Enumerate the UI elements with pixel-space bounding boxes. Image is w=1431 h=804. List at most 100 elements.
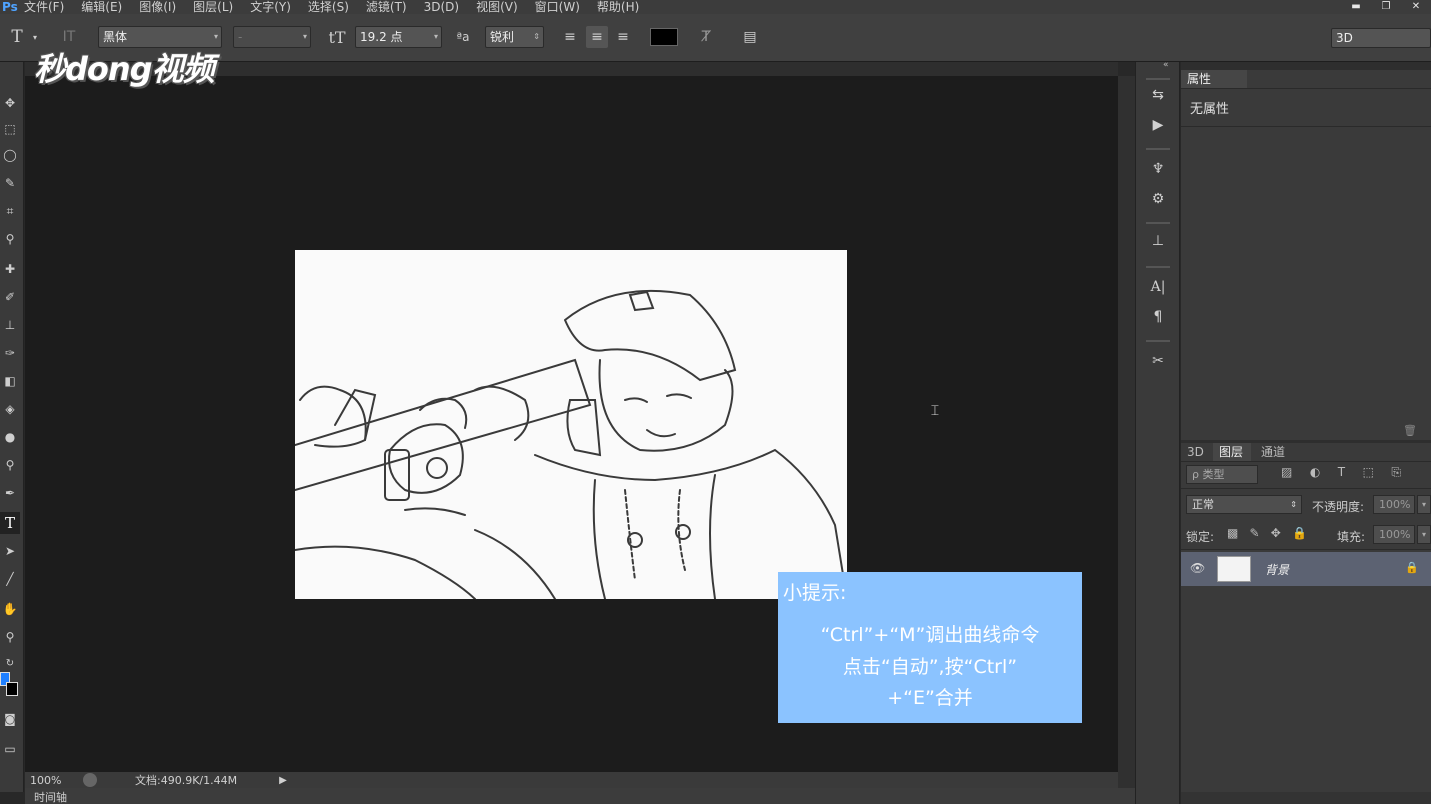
font-style-select[interactable]: - ▾ (233, 26, 311, 48)
blur-tool-icon[interactable]: ● (0, 426, 20, 448)
warp-text-icon[interactable]: Ⱦ (695, 26, 717, 48)
restore-icon[interactable]: ❐ (1371, 0, 1401, 12)
status-info-icon[interactable] (83, 773, 97, 787)
timeline-panel-tab[interactable]: 时间轴 (25, 788, 1135, 804)
menu-type[interactable]: 文字(Y) (250, 1, 291, 13)
document-size: 文档:490.9K/1.44M (135, 774, 238, 787)
filter-adjustment-icon[interactable]: ◐ (1310, 465, 1320, 484)
character-panel-icon[interactable]: ▤ (739, 26, 761, 48)
zoom-level[interactable]: 100% (25, 774, 71, 787)
filter-smart-object-icon[interactable]: ⎘ (1391, 465, 1401, 484)
tab-properties[interactable]: 属性 (1181, 70, 1247, 88)
fill-value: 100% (1379, 528, 1411, 541)
eraser-tool-icon[interactable]: ◧ (0, 370, 20, 392)
actions-panel-icon[interactable]: ▶ (1148, 114, 1168, 136)
tool-presets-icon[interactable]: ✂ (1148, 350, 1168, 372)
canvas-vertical-scrollbar[interactable] (1118, 76, 1135, 788)
history-panel-icon[interactable]: ⇆ (1148, 84, 1168, 106)
font-family-value: 黑体 (103, 30, 128, 44)
lasso-tool-icon[interactable]: ◯ (0, 144, 20, 166)
line-tool-icon[interactable]: ╱ (0, 568, 20, 590)
antialias-icon: ªa (456, 30, 470, 44)
menu-image[interactable]: 图像(I) (139, 1, 176, 13)
menu-view[interactable]: 视图(V) (476, 1, 518, 13)
tab-3d[interactable]: 3D (1181, 443, 1213, 461)
fill-dropdown-icon[interactable]: ▾ (1417, 525, 1431, 544)
menu-3d[interactable]: 3D(D) (424, 1, 459, 13)
type-tool-icon[interactable]: T (0, 512, 20, 534)
background-color-swatch[interactable] (6, 682, 18, 696)
layer-row[interactable]: 👁 背景 🔒 (1181, 552, 1431, 586)
antialias-select[interactable]: 锐利 ⇕ (485, 26, 544, 48)
paragraph-panel-icon[interactable]: ¶ (1148, 306, 1168, 328)
paint-bucket-tool-icon[interactable]: ◈ (0, 398, 20, 420)
quick-select-tool-icon[interactable]: ✎ (0, 172, 20, 194)
delete-icon[interactable]: 🗑 (1403, 424, 1417, 437)
filter-shape-icon[interactable]: ⬚ (1363, 465, 1374, 484)
status-menu-arrow-icon[interactable]: ▶ (279, 775, 287, 786)
quick-mask-icon[interactable]: ◙ (0, 708, 20, 730)
workspace-select[interactable]: 3D (1331, 28, 1431, 48)
menu-layer[interactable]: 图层(L) (193, 1, 233, 13)
menu-edit[interactable]: 编辑(E) (81, 1, 122, 13)
panel-divider (1181, 488, 1431, 489)
crop-tool-icon[interactable]: ⌗ (0, 200, 20, 222)
stamp-tool-icon[interactable]: ⊥ (0, 314, 20, 336)
align-left-icon[interactable]: ≡ (560, 26, 580, 48)
type-tool-preset-icon[interactable]: T (6, 26, 28, 48)
align-right-icon[interactable]: ≡ (613, 26, 633, 48)
healing-brush-tool-icon[interactable]: ✚ (0, 258, 20, 280)
lock-position-icon[interactable]: ✥ (1271, 526, 1281, 540)
menu-file[interactable]: 文件(F) (24, 1, 64, 13)
filter-type-icon[interactable]: T (1338, 465, 1345, 484)
brush-presets-icon[interactable]: ♆ (1148, 158, 1168, 180)
sketch-image[interactable] (295, 250, 847, 599)
brush-tool-icon[interactable]: ✐ (0, 286, 20, 308)
screen-mode-icon[interactable]: ▭ (0, 738, 20, 760)
fill-input[interactable]: 100% (1373, 525, 1415, 544)
menu-window[interactable]: 窗口(W) (535, 1, 580, 13)
lock-all-icon[interactable]: 🔒 (1292, 526, 1307, 540)
collapse-dock-icon[interactable]: « (1163, 60, 1169, 70)
hand-tool-icon[interactable]: ✋ (0, 598, 20, 620)
dock-separator (1146, 78, 1170, 80)
align-center-icon[interactable]: ≡ (586, 26, 608, 48)
minimize-icon[interactable]: ▬ (1341, 0, 1371, 12)
tab-layers[interactable]: 图层 (1213, 443, 1251, 461)
pen-tool-icon[interactable]: ✒ (0, 482, 20, 504)
path-selection-tool-icon[interactable]: ➤ (0, 540, 20, 562)
menu-filter[interactable]: 滤镜(T) (366, 1, 407, 13)
properties-empty-text: 无属性 (1190, 102, 1230, 117)
close-icon[interactable]: ✕ (1401, 0, 1431, 12)
fill-label: 填充: (1337, 530, 1366, 544)
font-size-select[interactable]: 19.2 点 ▾ (355, 26, 442, 48)
antialias-value: 锐利 (490, 30, 515, 44)
history-brush-tool-icon[interactable]: ✑ (0, 342, 20, 364)
filter-pixel-icon[interactable]: ▨ (1281, 465, 1292, 484)
font-size-icon: tT (328, 27, 346, 47)
marquee-tool-icon[interactable]: ⬚ (0, 118, 20, 140)
eye-visibility-icon[interactable]: 👁 (1190, 561, 1205, 575)
menu-select[interactable]: 选择(S) (308, 1, 349, 13)
status-bar: 100% 文档:490.9K/1.44M ▶ (25, 772, 1118, 788)
clone-source-icon[interactable]: ⊥ (1148, 230, 1168, 252)
blend-mode-select[interactable]: 正常 ⇕ (1186, 495, 1302, 514)
eyedropper-tool-icon[interactable]: ⚲ (0, 228, 20, 250)
layer-filter-select[interactable]: ρ 类型 (1186, 465, 1258, 484)
move-tool-icon[interactable]: ✥ (0, 92, 20, 114)
zoom-tool-icon[interactable]: ⚲ (0, 626, 20, 648)
lock-transparent-icon[interactable]: ▩ (1227, 526, 1238, 540)
adjustments-icon[interactable]: ⚙ (1148, 188, 1168, 210)
menu-help[interactable]: 帮助(H) (597, 1, 639, 13)
dodge-tool-icon[interactable]: ⚲ (0, 454, 20, 476)
tab-channels[interactable]: 通道 (1253, 443, 1293, 461)
text-color-swatch[interactable] (650, 28, 678, 46)
chevron-down-icon: ▾ (433, 32, 438, 41)
layer-name[interactable]: 背景 (1265, 561, 1289, 578)
lock-image-icon[interactable]: ✎ (1250, 526, 1260, 540)
swap-colors-icon[interactable]: ↻ (0, 652, 20, 674)
chevron-updown-icon: ⇕ (1290, 500, 1297, 509)
opacity-input[interactable]: 100% (1373, 495, 1415, 514)
character-panel-icon[interactable]: A| (1148, 276, 1168, 298)
opacity-dropdown-icon[interactable]: ▾ (1417, 495, 1431, 514)
